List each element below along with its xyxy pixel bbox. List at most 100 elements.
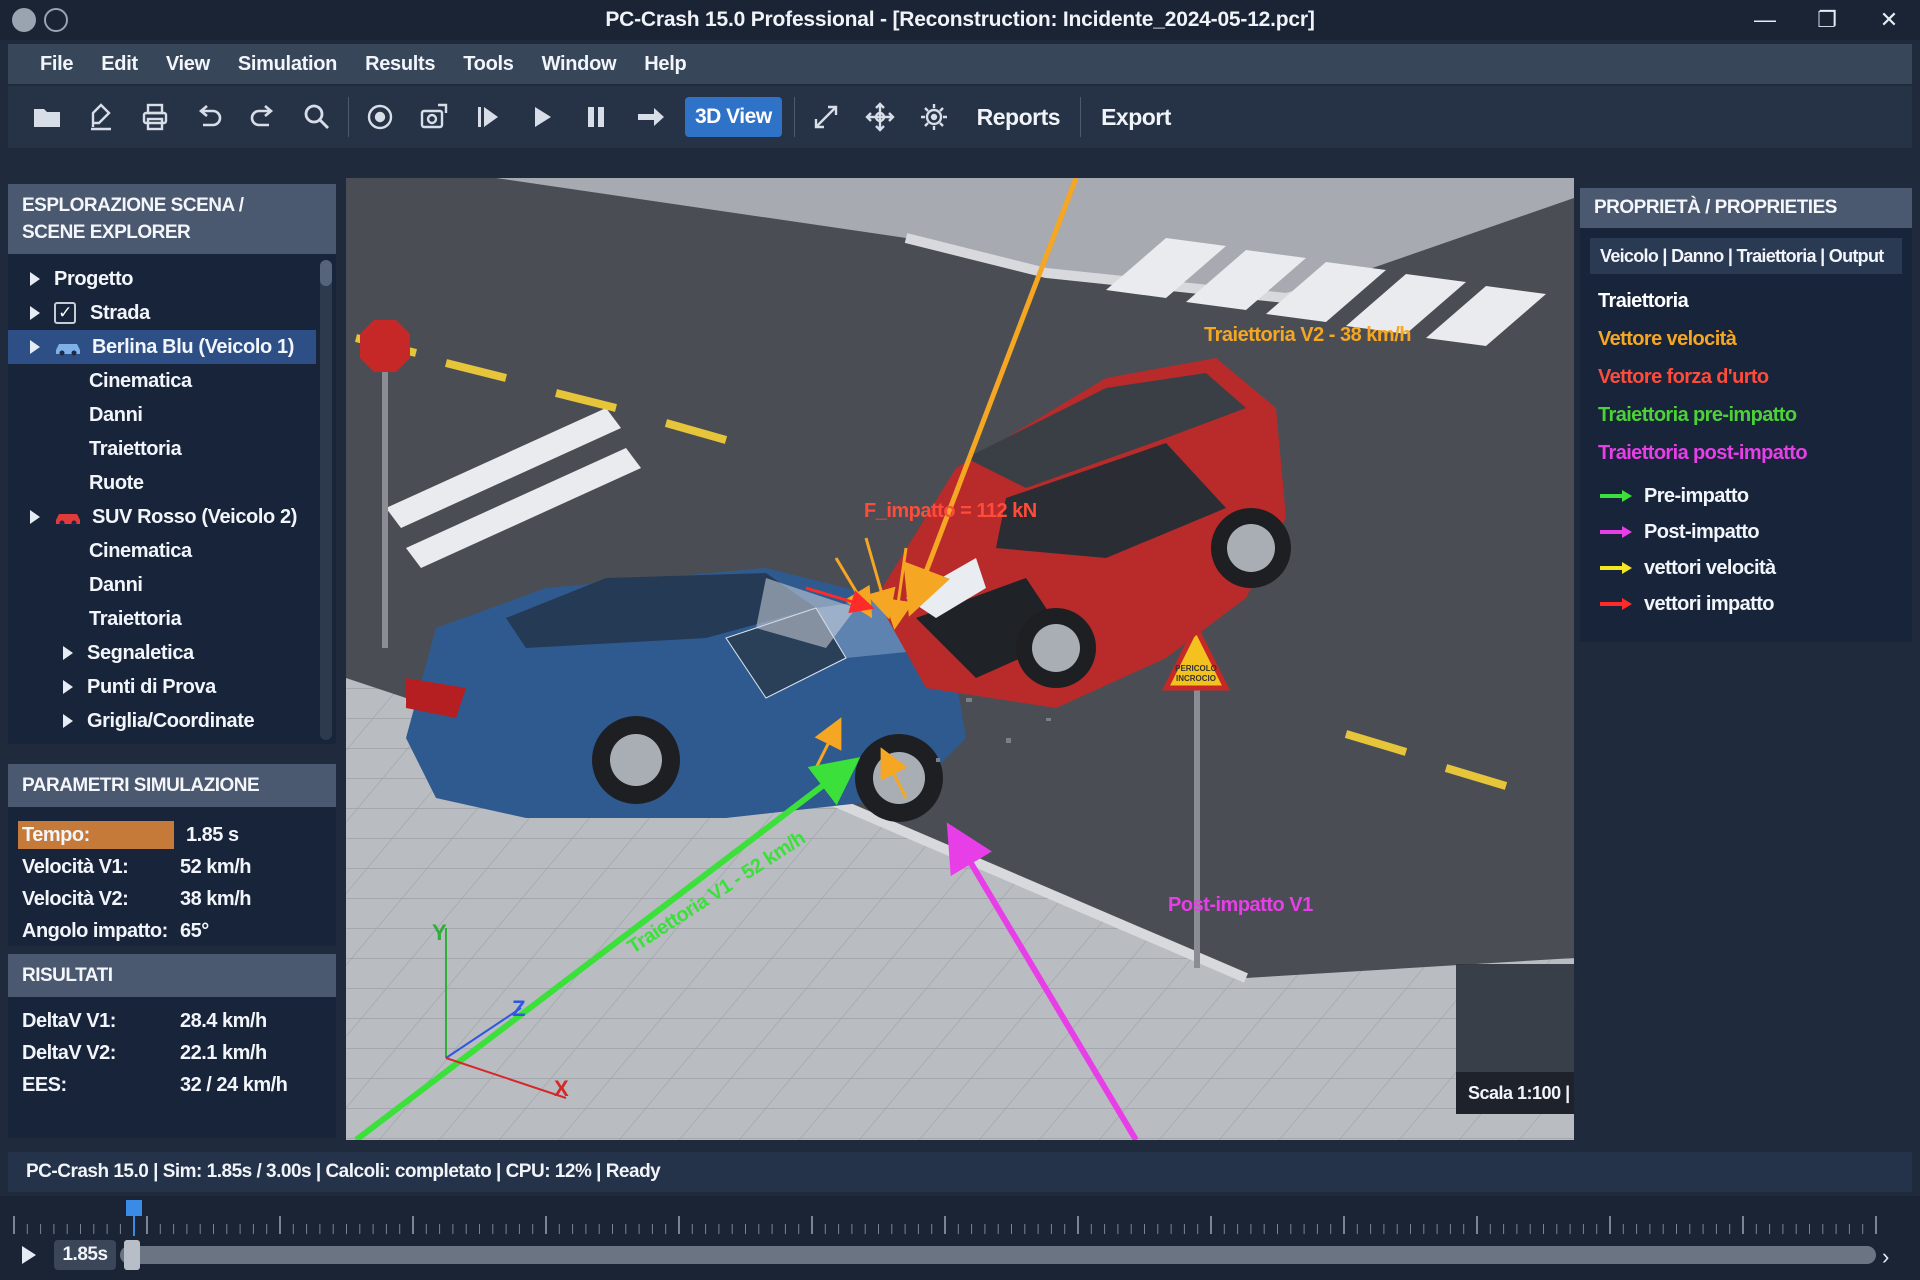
app-menu-icon[interactable] bbox=[44, 8, 68, 32]
tree-item-strada[interactable]: ✓ Strada bbox=[8, 296, 336, 330]
axis-z-label: Z bbox=[512, 996, 525, 1021]
results-title: RISULTATI bbox=[8, 954, 336, 997]
menu-window[interactable]: Window bbox=[528, 53, 631, 76]
pause-icon[interactable] bbox=[569, 93, 623, 141]
tree-item-punti-di-prova[interactable]: Punti di Prova bbox=[8, 670, 336, 704]
menu-view[interactable]: View bbox=[152, 53, 224, 76]
arrow-right-icon[interactable] bbox=[623, 93, 677, 141]
expand-arrow-icon[interactable] bbox=[30, 272, 40, 286]
red-car-icon bbox=[54, 508, 82, 526]
expand-arrow-icon[interactable] bbox=[63, 646, 73, 660]
3d-view-button[interactable]: 3D View bbox=[685, 97, 782, 137]
edit-icon[interactable] bbox=[74, 93, 128, 141]
timeline-thumb[interactable] bbox=[124, 1240, 140, 1270]
scrollbar-thumb[interactable] bbox=[320, 260, 332, 286]
param-value[interactable]: 1.85 s bbox=[174, 824, 239, 847]
redo-icon[interactable] bbox=[236, 93, 290, 141]
menu-simulation[interactable]: Simulation bbox=[224, 53, 351, 76]
result-row-deltav-v1: DeltaV V1: 28.4 km/h bbox=[8, 1005, 336, 1037]
menu-results[interactable]: Results bbox=[351, 53, 449, 76]
param-label: Velocità V1: bbox=[22, 855, 129, 878]
result-row-ees: EES: 32 / 24 km/h bbox=[8, 1069, 336, 1101]
param-value[interactable]: 38 km/h bbox=[168, 888, 251, 911]
timeline-current-time[interactable]: 1.85s bbox=[54, 1240, 116, 1270]
move-icon[interactable] bbox=[853, 93, 907, 141]
play-icon[interactable] bbox=[515, 93, 569, 141]
tree-item-vehicle-2[interactable]: SUV Rosso (Veicolo 2) bbox=[8, 500, 336, 534]
step-forward-icon[interactable] bbox=[461, 93, 515, 141]
param-row-speed-v2: Velocità V2: 38 km/h bbox=[8, 883, 336, 915]
tree-item-segnaletica[interactable]: Segnaletica bbox=[8, 636, 336, 670]
legend-velocity-vectors: vettori velocità bbox=[1580, 550, 1912, 586]
tree-item-danni-v1[interactable]: Danni bbox=[8, 398, 336, 432]
visibility-checkbox[interactable]: ✓ bbox=[54, 302, 76, 324]
expand-arrow-icon[interactable] bbox=[30, 340, 40, 354]
camera-icon[interactable] bbox=[407, 93, 461, 141]
prop-velocity-vector[interactable]: Vettore velocità bbox=[1580, 320, 1912, 358]
prop-pre-impact-trajectory[interactable]: Traiettoria pre-impatto bbox=[1580, 396, 1912, 434]
prop-post-impact-trajectory[interactable]: Traiettoria post-impatto bbox=[1580, 434, 1912, 472]
tree-item-cinematica-v2[interactable]: Cinematica bbox=[8, 534, 336, 568]
param-label[interactable]: Tempo: bbox=[18, 821, 174, 849]
timeline-track[interactable] bbox=[120, 1246, 1876, 1264]
timeline[interactable]: 1.85s › bbox=[0, 1196, 1920, 1280]
tree-item-progetto[interactable]: Progetto bbox=[8, 262, 336, 296]
scene-tree: Progetto ✓ Strada Berlina Blu (Veicolo 1… bbox=[8, 254, 336, 740]
tree-item-traiettoria-v1[interactable]: Traiettoria bbox=[8, 432, 336, 466]
3d-viewport[interactable]: PERICOLO INCROCIO Y Z X Traiettoria V2 -… bbox=[346, 178, 1574, 1140]
settings-icon[interactable] bbox=[907, 93, 961, 141]
legend-post-impact: Post-impatto bbox=[1580, 514, 1912, 550]
menu-tools[interactable]: Tools bbox=[449, 53, 527, 76]
resize-icon[interactable] bbox=[799, 93, 853, 141]
timeline-play-icon[interactable] bbox=[22, 1246, 36, 1264]
arrow-right-icon bbox=[1600, 490, 1632, 502]
window-title: PC-Crash 15.0 Professional - [Reconstruc… bbox=[605, 8, 1315, 31]
result-label: DeltaV V1: bbox=[22, 1009, 116, 1032]
close-button[interactable]: ✕ bbox=[1858, 0, 1920, 40]
tree-item-danni-v2[interactable]: Danni bbox=[8, 568, 336, 602]
param-label: Angolo impatto: bbox=[22, 919, 168, 942]
expand-arrow-icon[interactable] bbox=[30, 306, 40, 320]
tree-item-cinematica-v1[interactable]: Cinematica bbox=[8, 364, 336, 398]
print-icon[interactable] bbox=[128, 93, 182, 141]
scene-explorer-panel: ESPLORAZIONE SCENA / SCENE EXPLORER Prog… bbox=[8, 184, 336, 744]
result-value: 22.1 km/h bbox=[180, 1041, 267, 1064]
reports-button[interactable]: Reports bbox=[961, 104, 1076, 131]
tree-item-vehicle-1[interactable]: Berlina Blu (Veicolo 1) bbox=[8, 330, 316, 364]
sim-params-title: PARAMETRI SIMULAZIONE bbox=[8, 764, 336, 807]
view-info-text: Scala 1:100 | Vista Isometrica | Frame 1… bbox=[1456, 1072, 1574, 1114]
param-value[interactable]: 52 km/h bbox=[168, 856, 251, 879]
tree-item-griglia[interactable]: Griglia/Coordinate bbox=[8, 704, 336, 738]
properties-panel: PROPRIETÀ / PROPRIETIES Veicolo | Danno … bbox=[1580, 188, 1912, 642]
timeline-marker-line bbox=[133, 1214, 135, 1236]
prop-impact-force-vector[interactable]: Vettore forza d'urto bbox=[1580, 358, 1912, 396]
properties-tabs[interactable]: Veicolo | Danno | Traiettoria | Output bbox=[1590, 238, 1902, 274]
tree-scrollbar[interactable] bbox=[320, 260, 332, 740]
target-icon[interactable] bbox=[353, 93, 407, 141]
param-value[interactable]: 65° bbox=[168, 920, 209, 943]
menu-help[interactable]: Help bbox=[630, 53, 700, 76]
tree-item-traiettoria-v2[interactable]: Traiettoria bbox=[8, 602, 336, 636]
menu-file[interactable]: File bbox=[26, 53, 87, 76]
expand-arrow-icon[interactable] bbox=[63, 680, 73, 694]
axis-x-label: X bbox=[554, 1076, 569, 1101]
result-row-deltav-v2: DeltaV V2: 22.1 km/h bbox=[8, 1037, 336, 1069]
export-button[interactable]: Export bbox=[1085, 104, 1187, 131]
param-label: Velocità V2: bbox=[22, 887, 129, 910]
annotation-impact-force: F_impatto = 112 kN bbox=[864, 500, 1037, 522]
menu-edit[interactable]: Edit bbox=[87, 53, 152, 76]
crash-scene: PERICOLO INCROCIO Y Z X bbox=[346, 178, 1574, 1140]
zoom-icon[interactable] bbox=[290, 93, 344, 141]
result-label: EES: bbox=[22, 1073, 67, 1096]
param-row-speed-v1: Velocità V1: 52 km/h bbox=[8, 851, 336, 883]
tree-item-ruote-v1[interactable]: Ruote bbox=[8, 466, 336, 500]
expand-arrow-icon[interactable] bbox=[30, 510, 40, 524]
prop-trajectory[interactable]: Traiettoria bbox=[1580, 282, 1912, 320]
minimize-button[interactable]: — bbox=[1734, 0, 1796, 40]
chevron-right-icon[interactable]: › bbox=[1882, 1244, 1889, 1270]
folder-open-icon[interactable] bbox=[20, 93, 74, 141]
undo-icon[interactable] bbox=[182, 93, 236, 141]
maximize-button[interactable]: ❐ bbox=[1796, 0, 1858, 40]
expand-arrow-icon[interactable] bbox=[63, 714, 73, 728]
app-icon[interactable] bbox=[12, 8, 36, 32]
